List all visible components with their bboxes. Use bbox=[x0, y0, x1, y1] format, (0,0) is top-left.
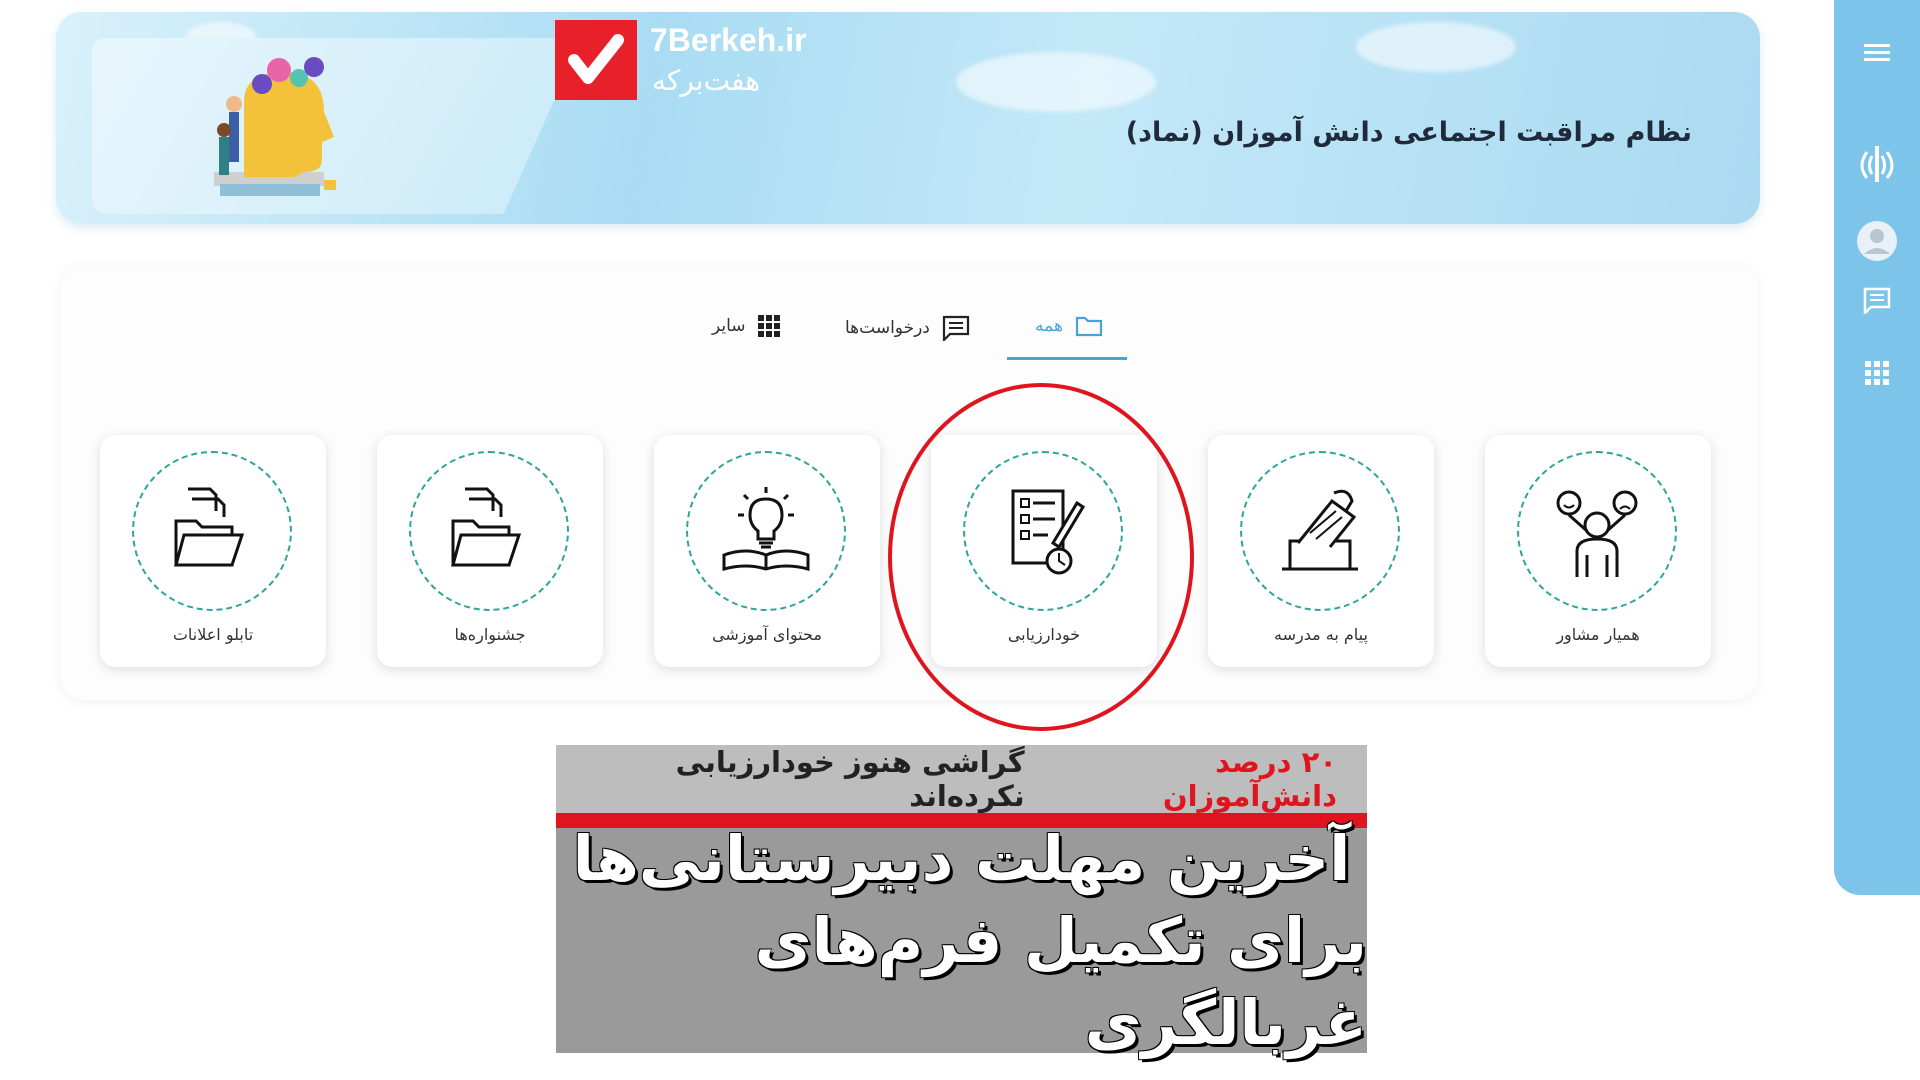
tile-bulletin-board[interactable]: تابلو اعلانات bbox=[100, 435, 326, 667]
tile-label: پیام به مدرسه bbox=[1274, 625, 1368, 644]
messages-button[interactable] bbox=[1834, 286, 1920, 314]
headline-line-2: برای تکمیل فرم‌های غربالگری bbox=[754, 903, 1367, 1059]
menu-icon[interactable] bbox=[1862, 40, 1892, 64]
tile-label: جشنواره‌ها bbox=[454, 625, 526, 644]
tab-bar: همه درخواست‌ها سایر bbox=[60, 265, 1758, 365]
news-red-text: ۲۰ درصد دانش‌آموزان bbox=[1162, 745, 1337, 813]
news-headline: آخرین مهلت دبیرستانی‌ها برای تکمیل فرم‌ه… bbox=[556, 822, 1367, 1059]
checkmark-logo-icon bbox=[568, 34, 624, 84]
menu-button[interactable] bbox=[1834, 40, 1920, 64]
tile-ring bbox=[409, 451, 569, 611]
tab-other[interactable]: سایر bbox=[712, 315, 780, 337]
logo-name-fa: هفت‌برکه bbox=[652, 64, 761, 97]
tile-ring bbox=[132, 451, 292, 611]
cloud-decoration bbox=[956, 52, 1156, 112]
tile-educational-content[interactable]: محتوای آموزشی bbox=[654, 435, 880, 667]
tab-all-label: همه bbox=[1035, 316, 1063, 336]
tile-counselor[interactable]: همیار مشاور bbox=[1485, 435, 1711, 667]
right-sidebar bbox=[1834, 0, 1920, 895]
headline-line-1: آخرین مهلت دبیرستانی‌ها bbox=[572, 821, 1351, 895]
logo-site-text: 7Berkeh.ir bbox=[650, 22, 807, 58]
emblem-icon bbox=[1860, 146, 1894, 182]
highlight-circle bbox=[888, 383, 1194, 731]
cloud-decoration bbox=[1356, 22, 1516, 72]
ballot-message-icon bbox=[1282, 489, 1358, 571]
chat-icon bbox=[942, 315, 969, 341]
grid-icon bbox=[757, 315, 780, 337]
tile-festivals[interactable]: جشنواره‌ها bbox=[377, 435, 603, 667]
folder-files-icon bbox=[174, 487, 245, 567]
page-title: نظام مراقبت اجتماعی دانش آموزان (نماد) bbox=[1125, 117, 1692, 148]
tile-ring bbox=[686, 451, 846, 611]
tab-requests[interactable]: درخواست‌ها bbox=[845, 315, 970, 341]
profile-button[interactable] bbox=[1834, 220, 1920, 262]
apps-button[interactable] bbox=[1834, 360, 1920, 386]
counselor-icon bbox=[1556, 490, 1638, 577]
emblem bbox=[1834, 140, 1920, 188]
tile-ring bbox=[1240, 451, 1400, 611]
tab-all[interactable]: همه bbox=[1035, 315, 1103, 337]
active-tab-indicator bbox=[1007, 357, 1127, 360]
tile-ring bbox=[1517, 451, 1677, 611]
head-illustration-icon bbox=[214, 57, 336, 196]
grid-icon[interactable] bbox=[1864, 360, 1890, 386]
chat-icon[interactable] bbox=[1862, 286, 1892, 314]
tab-requests-label: درخواست‌ها bbox=[845, 318, 930, 338]
tile-label: همیار مشاور bbox=[1556, 625, 1640, 644]
folder-files-icon bbox=[451, 487, 522, 567]
news-subheadline: ۲۰ درصد دانش‌آموزان گراشی هنوز خودارزیاب… bbox=[556, 745, 1367, 813]
header-banner: نظام مراقبت اجتماعی دانش آموزان (نماد) bbox=[56, 12, 1760, 224]
tab-other-label: سایر bbox=[712, 316, 746, 336]
news-dark-text: گراشی هنوز خودارزیابی نکرده‌اند bbox=[675, 745, 1025, 813]
folder-icon bbox=[1075, 316, 1103, 337]
tile-label: تابلو اعلانات bbox=[172, 625, 254, 644]
tile-label: محتوای آموزشی bbox=[712, 625, 822, 644]
logo bbox=[555, 20, 637, 100]
book-lightbulb-icon bbox=[722, 487, 810, 571]
user-avatar-icon[interactable] bbox=[1856, 220, 1898, 262]
tile-school-message[interactable]: پیام به مدرسه bbox=[1208, 435, 1434, 667]
